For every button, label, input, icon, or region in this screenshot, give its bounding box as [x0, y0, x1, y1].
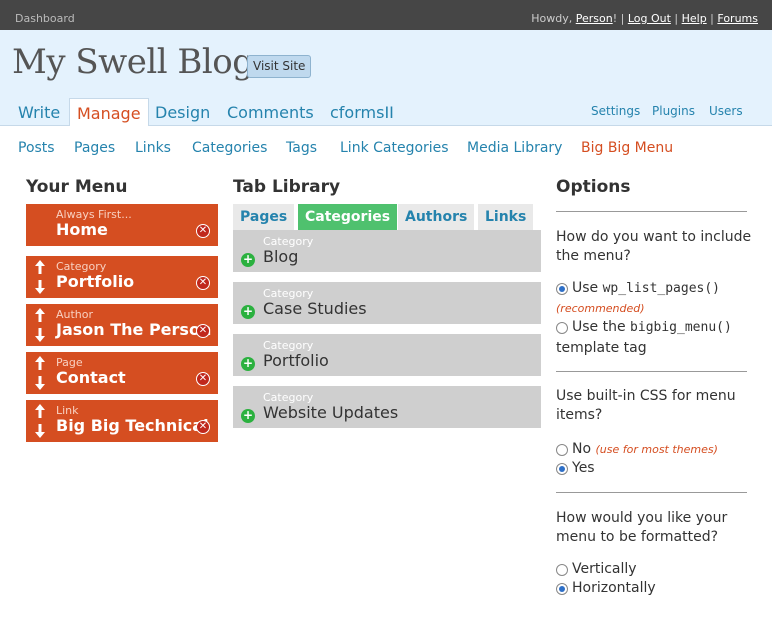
radio-label-text: Use [572, 280, 599, 296]
radio-label-css-yes: Yes [572, 460, 595, 476]
radio-css-yes[interactable] [556, 463, 568, 475]
library-tab-authors[interactable]: Authors [398, 204, 475, 230]
remove-icon[interactable]: ✕ [196, 420, 210, 434]
menu-item[interactable]: Category Portfolio ✕ [26, 256, 218, 298]
menu-item-name: Jason The Person [56, 320, 212, 339]
radio-wp-list-pages[interactable] [556, 283, 568, 295]
library-tab-links[interactable]: Links [478, 204, 534, 230]
submenu-posts[interactable]: Posts [18, 140, 55, 156]
library-tab-categories[interactable]: Categories [298, 204, 398, 230]
library-item-name: Blog [263, 247, 299, 266]
tab-comments[interactable]: Comments [220, 98, 321, 126]
admin-bar: Dashboard Howdy, Person! | Log Out | Hel… [0, 0, 772, 30]
tab-manage[interactable]: Manage [69, 98, 149, 126]
move-arrows-icon[interactable] [34, 308, 46, 342]
menu-item[interactable]: Always First... Home ✕ [26, 204, 218, 246]
remove-icon[interactable]: ✕ [196, 324, 210, 338]
menu-item-name: Big Big Technical [56, 416, 209, 435]
help-link[interactable]: Help [682, 12, 707, 25]
divider [556, 492, 747, 493]
radio-label-horizontal: Horizontally [572, 580, 656, 596]
radio-label-text: Use the [572, 319, 626, 335]
radio-label-wp-list-pages: Use wp_list_pages() [572, 280, 720, 296]
library-tab-pages[interactable]: Pages [233, 204, 295, 230]
add-icon[interactable]: + [241, 409, 255, 423]
submenu-tags[interactable]: Tags [286, 140, 317, 156]
code-wp-list-pages: wp_list_pages() [602, 281, 721, 296]
library-item-name: Case Studies [263, 299, 367, 318]
submenu-links[interactable]: Links [135, 140, 171, 156]
template-tag-text: template tag [556, 340, 647, 356]
tab-cformsii[interactable]: cformsII [323, 98, 401, 126]
library-item-name: Website Updates [263, 403, 399, 422]
menu-item-name: Home [56, 220, 108, 239]
library-item[interactable]: + Category Portfolio [233, 334, 541, 376]
radio-label-css-no: No (use for most themes) [572, 441, 718, 457]
plugins-link[interactable]: Plugins [652, 104, 695, 118]
submenu-categories[interactable]: Categories [192, 140, 267, 156]
move-arrows-icon[interactable] [34, 356, 46, 390]
settings-link[interactable]: Settings [591, 104, 640, 118]
menu-item[interactable]: Page Contact ✕ [26, 352, 218, 394]
howdy-text: Howdy, [531, 12, 573, 25]
option-question-css: Use built-in CSS for menu items? [556, 388, 736, 423]
option-question-format: How would you like your menu to be forma… [556, 510, 728, 545]
library-item[interactable]: + Category Case Studies [233, 282, 541, 324]
dashboard-link[interactable]: Dashboard [15, 12, 75, 25]
tab-write[interactable]: Write [11, 98, 67, 126]
submenu-big-big-menu[interactable]: Big Big Menu [581, 140, 673, 156]
users-link[interactable]: Users [709, 104, 743, 118]
css-note: (use for most themes) [595, 443, 718, 456]
blog-header: My Swell Blog Visit Site Write Manage De… [0, 30, 772, 126]
divider [556, 371, 747, 372]
your-menu-heading: Your Menu [26, 177, 128, 197]
submenu-pages[interactable]: Pages [74, 140, 115, 156]
radio-label-text: No [572, 441, 592, 457]
move-arrows-icon[interactable] [34, 404, 46, 438]
option-question-include: How do you want to include the menu? [556, 229, 752, 264]
remove-icon[interactable]: ✕ [196, 224, 210, 238]
blog-title: My Swell Blog [12, 42, 254, 82]
user-profile-link[interactable]: Person [576, 12, 613, 25]
library-item-name: Portfolio [263, 351, 329, 370]
forums-link[interactable]: Forums [717, 12, 758, 25]
submenu-link-categories[interactable]: Link Categories [340, 140, 449, 156]
library-item[interactable]: + Category Website Updates [233, 386, 541, 428]
radio-css-no[interactable] [556, 444, 568, 456]
sub-menu: Posts Pages Links Categories Tags Link C… [0, 126, 772, 166]
move-arrows-icon[interactable] [34, 260, 46, 294]
add-icon[interactable]: + [241, 305, 255, 319]
tab-library-heading: Tab Library [233, 177, 341, 197]
radio-label-bigbig-menu: Use the bigbig_menu() [572, 319, 732, 335]
divider [556, 211, 747, 212]
add-icon[interactable]: + [241, 357, 255, 371]
logout-link[interactable]: Log Out [628, 12, 671, 25]
add-icon[interactable]: + [241, 253, 255, 267]
menu-item-name: Portfolio [56, 272, 135, 291]
menu-item[interactable]: Link Big Big Technical ✕ [26, 400, 218, 442]
menu-item-name: Contact [56, 368, 126, 387]
user-links: Howdy, Person! | Log Out | Help | Forums [531, 12, 758, 25]
radio-vertical[interactable] [556, 564, 568, 576]
submenu-media-library[interactable]: Media Library [467, 140, 562, 156]
visit-site-button[interactable]: Visit Site [247, 55, 312, 78]
options-heading: Options [556, 177, 631, 197]
library-item[interactable]: + Category Blog [233, 230, 541, 272]
menu-item[interactable]: Author Jason The Person ✕ [26, 304, 218, 346]
radio-bigbig-menu[interactable] [556, 322, 568, 334]
remove-icon[interactable]: ✕ [196, 372, 210, 386]
remove-icon[interactable]: ✕ [196, 276, 210, 290]
radio-horizontal[interactable] [556, 583, 568, 595]
code-bigbig-menu: bigbig_menu() [630, 320, 732, 335]
tab-design[interactable]: Design [148, 98, 217, 126]
radio-label-vertical: Vertically [572, 561, 637, 577]
recommended-note: (recommended) [556, 302, 645, 315]
